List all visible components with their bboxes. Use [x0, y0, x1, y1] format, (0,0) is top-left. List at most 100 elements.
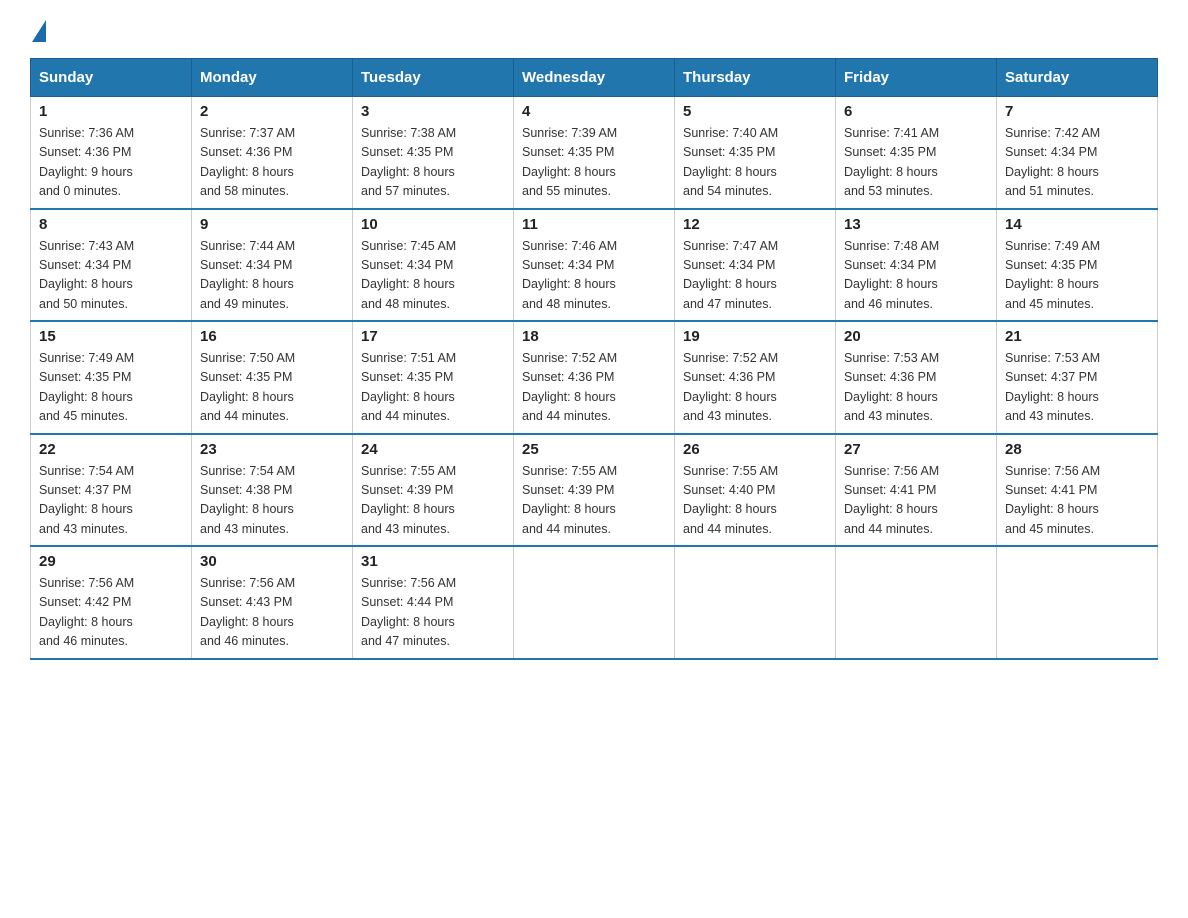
day-number: 9	[200, 216, 344, 233]
day-info: Sunrise: 7:47 AMSunset: 4:34 PMDaylight:…	[683, 237, 827, 315]
table-row: 15 Sunrise: 7:49 AMSunset: 4:35 PMDaylig…	[31, 321, 192, 434]
calendar-week-5: 29 Sunrise: 7:56 AMSunset: 4:42 PMDaylig…	[31, 546, 1158, 659]
table-row: 18 Sunrise: 7:52 AMSunset: 4:36 PMDaylig…	[514, 321, 675, 434]
day-number: 17	[361, 328, 505, 345]
calendar-table: SundayMondayTuesdayWednesdayThursdayFrid…	[30, 58, 1158, 660]
header-thursday: Thursday	[675, 59, 836, 97]
calendar-week-1: 1 Sunrise: 7:36 AMSunset: 4:36 PMDayligh…	[31, 97, 1158, 209]
table-row: 2 Sunrise: 7:37 AMSunset: 4:36 PMDayligh…	[192, 97, 353, 209]
table-row: 20 Sunrise: 7:53 AMSunset: 4:36 PMDaylig…	[836, 321, 997, 434]
day-number: 28	[1005, 441, 1149, 458]
day-info: Sunrise: 7:42 AMSunset: 4:34 PMDaylight:…	[1005, 124, 1149, 202]
table-row: 4 Sunrise: 7:39 AMSunset: 4:35 PMDayligh…	[514, 97, 675, 209]
day-info: Sunrise: 7:55 AMSunset: 4:39 PMDaylight:…	[361, 462, 505, 540]
day-info: Sunrise: 7:52 AMSunset: 4:36 PMDaylight:…	[522, 349, 666, 427]
day-number: 26	[683, 441, 827, 458]
table-row: 19 Sunrise: 7:52 AMSunset: 4:36 PMDaylig…	[675, 321, 836, 434]
day-number: 30	[200, 553, 344, 570]
table-row: 10 Sunrise: 7:45 AMSunset: 4:34 PMDaylig…	[353, 209, 514, 322]
table-row: 31 Sunrise: 7:56 AMSunset: 4:44 PMDaylig…	[353, 546, 514, 659]
day-number: 14	[1005, 216, 1149, 233]
day-number: 12	[683, 216, 827, 233]
header-monday: Monday	[192, 59, 353, 97]
calendar-week-2: 8 Sunrise: 7:43 AMSunset: 4:34 PMDayligh…	[31, 209, 1158, 322]
table-row: 16 Sunrise: 7:50 AMSunset: 4:35 PMDaylig…	[192, 321, 353, 434]
logo	[30, 20, 48, 38]
day-number: 6	[844, 103, 988, 120]
header-saturday: Saturday	[997, 59, 1158, 97]
table-row: 24 Sunrise: 7:55 AMSunset: 4:39 PMDaylig…	[353, 434, 514, 547]
day-info: Sunrise: 7:53 AMSunset: 4:36 PMDaylight:…	[844, 349, 988, 427]
calendar-week-4: 22 Sunrise: 7:54 AMSunset: 4:37 PMDaylig…	[31, 434, 1158, 547]
day-info: Sunrise: 7:56 AMSunset: 4:41 PMDaylight:…	[1005, 462, 1149, 540]
day-info: Sunrise: 7:55 AMSunset: 4:40 PMDaylight:…	[683, 462, 827, 540]
header-sunday: Sunday	[31, 59, 192, 97]
day-info: Sunrise: 7:56 AMSunset: 4:42 PMDaylight:…	[39, 574, 183, 652]
day-info: Sunrise: 7:44 AMSunset: 4:34 PMDaylight:…	[200, 237, 344, 315]
day-number: 13	[844, 216, 988, 233]
day-info: Sunrise: 7:39 AMSunset: 4:35 PMDaylight:…	[522, 124, 666, 202]
table-row: 9 Sunrise: 7:44 AMSunset: 4:34 PMDayligh…	[192, 209, 353, 322]
table-row: 3 Sunrise: 7:38 AMSunset: 4:35 PMDayligh…	[353, 97, 514, 209]
day-number: 16	[200, 328, 344, 345]
day-info: Sunrise: 7:56 AMSunset: 4:41 PMDaylight:…	[844, 462, 988, 540]
table-row: 8 Sunrise: 7:43 AMSunset: 4:34 PMDayligh…	[31, 209, 192, 322]
day-number: 23	[200, 441, 344, 458]
day-info: Sunrise: 7:56 AMSunset: 4:43 PMDaylight:…	[200, 574, 344, 652]
day-number: 11	[522, 216, 666, 233]
table-row	[514, 546, 675, 659]
day-number: 29	[39, 553, 183, 570]
table-row: 28 Sunrise: 7:56 AMSunset: 4:41 PMDaylig…	[997, 434, 1158, 547]
day-info: Sunrise: 7:38 AMSunset: 4:35 PMDaylight:…	[361, 124, 505, 202]
calendar-week-3: 15 Sunrise: 7:49 AMSunset: 4:35 PMDaylig…	[31, 321, 1158, 434]
logo-triangle-icon	[32, 20, 46, 42]
calendar-header: SundayMondayTuesdayWednesdayThursdayFrid…	[31, 59, 1158, 97]
table-row	[675, 546, 836, 659]
day-number: 20	[844, 328, 988, 345]
day-info: Sunrise: 7:55 AMSunset: 4:39 PMDaylight:…	[522, 462, 666, 540]
header-wednesday: Wednesday	[514, 59, 675, 97]
table-row: 11 Sunrise: 7:46 AMSunset: 4:34 PMDaylig…	[514, 209, 675, 322]
day-info: Sunrise: 7:54 AMSunset: 4:38 PMDaylight:…	[200, 462, 344, 540]
day-number: 3	[361, 103, 505, 120]
day-number: 19	[683, 328, 827, 345]
table-row: 30 Sunrise: 7:56 AMSunset: 4:43 PMDaylig…	[192, 546, 353, 659]
table-row: 25 Sunrise: 7:55 AMSunset: 4:39 PMDaylig…	[514, 434, 675, 547]
day-info: Sunrise: 7:45 AMSunset: 4:34 PMDaylight:…	[361, 237, 505, 315]
day-info: Sunrise: 7:56 AMSunset: 4:44 PMDaylight:…	[361, 574, 505, 652]
table-row	[836, 546, 997, 659]
table-row: 5 Sunrise: 7:40 AMSunset: 4:35 PMDayligh…	[675, 97, 836, 209]
day-info: Sunrise: 7:50 AMSunset: 4:35 PMDaylight:…	[200, 349, 344, 427]
day-number: 22	[39, 441, 183, 458]
day-info: Sunrise: 7:54 AMSunset: 4:37 PMDaylight:…	[39, 462, 183, 540]
table-row	[997, 546, 1158, 659]
day-number: 15	[39, 328, 183, 345]
day-info: Sunrise: 7:51 AMSunset: 4:35 PMDaylight:…	[361, 349, 505, 427]
header-friday: Friday	[836, 59, 997, 97]
table-row: 6 Sunrise: 7:41 AMSunset: 4:35 PMDayligh…	[836, 97, 997, 209]
day-number: 7	[1005, 103, 1149, 120]
day-info: Sunrise: 7:40 AMSunset: 4:35 PMDaylight:…	[683, 124, 827, 202]
table-row: 23 Sunrise: 7:54 AMSunset: 4:38 PMDaylig…	[192, 434, 353, 547]
table-row: 21 Sunrise: 7:53 AMSunset: 4:37 PMDaylig…	[997, 321, 1158, 434]
table-row: 22 Sunrise: 7:54 AMSunset: 4:37 PMDaylig…	[31, 434, 192, 547]
table-row: 17 Sunrise: 7:51 AMSunset: 4:35 PMDaylig…	[353, 321, 514, 434]
day-number: 2	[200, 103, 344, 120]
day-info: Sunrise: 7:43 AMSunset: 4:34 PMDaylight:…	[39, 237, 183, 315]
day-info: Sunrise: 7:49 AMSunset: 4:35 PMDaylight:…	[1005, 237, 1149, 315]
table-row: 26 Sunrise: 7:55 AMSunset: 4:40 PMDaylig…	[675, 434, 836, 547]
day-info: Sunrise: 7:36 AMSunset: 4:36 PMDaylight:…	[39, 124, 183, 202]
table-row: 1 Sunrise: 7:36 AMSunset: 4:36 PMDayligh…	[31, 97, 192, 209]
day-number: 24	[361, 441, 505, 458]
table-row: 27 Sunrise: 7:56 AMSunset: 4:41 PMDaylig…	[836, 434, 997, 547]
day-number: 4	[522, 103, 666, 120]
table-row: 7 Sunrise: 7:42 AMSunset: 4:34 PMDayligh…	[997, 97, 1158, 209]
page-header	[30, 20, 1158, 38]
day-info: Sunrise: 7:52 AMSunset: 4:36 PMDaylight:…	[683, 349, 827, 427]
day-info: Sunrise: 7:53 AMSunset: 4:37 PMDaylight:…	[1005, 349, 1149, 427]
table-row: 14 Sunrise: 7:49 AMSunset: 4:35 PMDaylig…	[997, 209, 1158, 322]
day-info: Sunrise: 7:49 AMSunset: 4:35 PMDaylight:…	[39, 349, 183, 427]
day-number: 8	[39, 216, 183, 233]
day-number: 10	[361, 216, 505, 233]
day-number: 1	[39, 103, 183, 120]
